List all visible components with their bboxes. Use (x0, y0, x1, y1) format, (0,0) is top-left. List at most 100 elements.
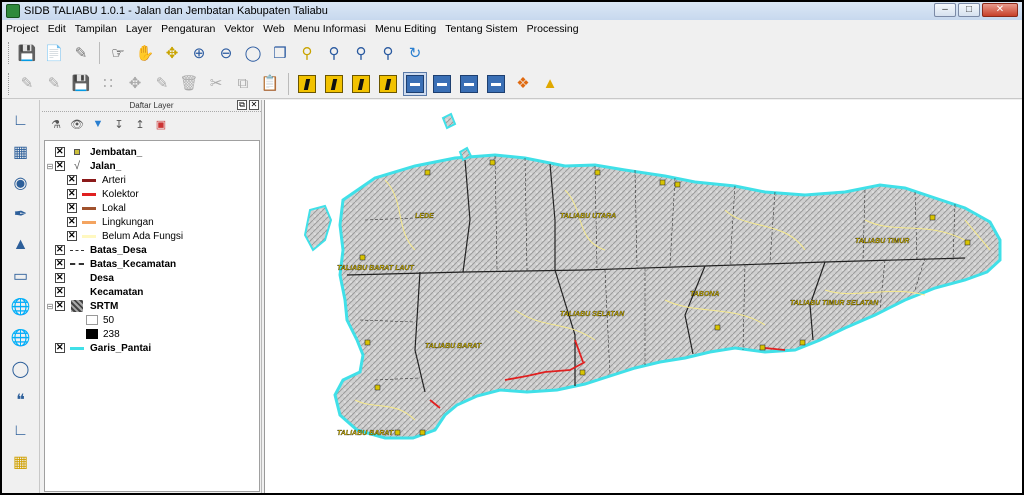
layer-checkbox[interactable] (55, 342, 65, 353)
add-vector-layer-button[interactable]: ∟ (8, 108, 34, 134)
menu-layer[interactable]: Layer (126, 23, 152, 35)
new-shapefile-button[interactable]: ∟ (8, 418, 34, 444)
toggle-editing-button[interactable]: ✎ (15, 72, 39, 96)
taliabu-island[interactable] (333, 153, 1002, 440)
menu-web[interactable]: Web (263, 23, 284, 35)
edit-document-button[interactable]: ✎ (69, 41, 93, 65)
add-wfs-layer-button[interactable]: ◯ (8, 356, 34, 382)
layer-row-jembatan[interactable]: Jembatan_ (45, 145, 259, 159)
pan-to-selection-button[interactable]: ✥ (160, 41, 184, 65)
remove-layer-button[interactable]: ▣ (153, 116, 169, 132)
maximize-button[interactable]: □ (958, 3, 980, 17)
menu-informasi[interactable]: Menu Informasi (294, 23, 366, 35)
menu-pengaturan[interactable]: Pengaturan (161, 23, 215, 35)
category-checkbox[interactable] (67, 216, 77, 227)
category-checkbox[interactable] (67, 202, 77, 213)
menu-editing[interactable]: Menu Editing (375, 23, 436, 35)
expand-all-button[interactable]: ↧ (111, 116, 127, 132)
bridge-tool-3-button[interactable] (457, 72, 481, 96)
menu-vektor[interactable]: Vektor (224, 23, 254, 35)
toolbar-grip[interactable] (8, 72, 11, 95)
layer-row-jalan[interactable]: ⊟ √ Jalan_ (45, 159, 259, 173)
small-island-northwest[interactable] (303, 204, 333, 252)
small-island-north[interactable] (441, 112, 457, 130)
pan-map-button[interactable]: ✋ (133, 41, 157, 65)
layer-row-batas-kecamatan[interactable]: Batas_Kecamatan (45, 257, 259, 271)
zoom-layer-button[interactable]: ⚲ (322, 41, 346, 65)
category-row-belum-ada-fungsi[interactable]: Belum Ada Fungsi (45, 229, 259, 243)
bridge-tool-4-button[interactable] (484, 72, 508, 96)
add-oracle-layer-button[interactable]: ▭ (8, 263, 34, 289)
save-project-button[interactable]: 💾 (15, 41, 39, 65)
add-wcs-layer-button[interactable]: 🌐 (8, 325, 34, 351)
minimize-button[interactable]: – (934, 3, 956, 17)
layer-row-garis-pantai[interactable]: Garis_Pantai (45, 341, 259, 355)
bridge-tool-1-button[interactable] (403, 71, 427, 96)
paste-features-button[interactable]: 📋 (258, 72, 282, 96)
menu-edit[interactable]: Edit (48, 23, 66, 35)
add-virtual-layer-button[interactable]: ▦ (8, 449, 34, 475)
zoom-next-button[interactable]: ⚲ (376, 41, 400, 65)
add-postgis-layer-button[interactable]: ◉ (8, 170, 34, 196)
refresh-button[interactable]: ↻ (403, 41, 427, 65)
save-edits-button[interactable]: 💾 (69, 72, 93, 96)
category-checkbox[interactable] (67, 174, 77, 185)
float-panel-button[interactable]: ⧉ (237, 100, 247, 110)
category-checkbox[interactable] (67, 188, 77, 199)
move-feature-button[interactable]: ✥ (123, 72, 147, 96)
category-row-arteri[interactable]: Arteri (45, 173, 259, 187)
toolbar-grip[interactable] (8, 42, 11, 64)
category-checkbox[interactable] (67, 230, 77, 241)
add-wms-layer-button[interactable]: 🌐 (8, 294, 34, 320)
hard-hat-button[interactable]: ▲ (538, 72, 562, 96)
menu-tampilan[interactable]: Tampilan (75, 23, 117, 35)
zoom-native-button[interactable]: ◯ (241, 41, 265, 65)
road-tool-4-button[interactable] (376, 72, 400, 96)
layer-row-kecamatan[interactable]: Kecamatan (45, 285, 259, 299)
copy-features-button[interactable]: ⧉ (231, 72, 255, 96)
layer-row-srtm[interactable]: ⊟ SRTM (45, 299, 259, 313)
collapse-toggle-icon[interactable]: ⊟ (45, 302, 55, 311)
node-tool-button[interactable]: ✎ (150, 72, 174, 96)
new-project-button[interactable]: 📄 (42, 41, 66, 65)
close-button[interactable]: ✕ (982, 3, 1018, 17)
pan-select-button[interactable]: ☞ (106, 41, 130, 65)
collapse-toggle-icon[interactable]: ⊟ (45, 162, 55, 171)
bridge-tool-2-button[interactable] (430, 72, 454, 96)
layer-checkbox[interactable] (55, 244, 65, 255)
layer-row-desa[interactable]: Desa (45, 271, 259, 285)
plugin-tool-button[interactable]: ❖ (511, 72, 535, 96)
add-raster-layer-button[interactable]: ▦ (8, 139, 34, 165)
layer-checkbox[interactable] (55, 258, 65, 269)
close-panel-button[interactable]: ✕ (249, 100, 259, 110)
zoom-full-button[interactable]: ❒ (268, 41, 292, 65)
layer-checkbox[interactable] (55, 286, 65, 297)
menu-tentang-sistem[interactable]: Tentang Sistem (445, 23, 517, 35)
layer-checkbox[interactable] (55, 272, 65, 283)
category-row-lingkungan[interactable]: Lingkungan (45, 215, 259, 229)
filter-legend-button[interactable]: ▼ (90, 116, 106, 132)
add-feature-button[interactable]: ∷ (96, 72, 120, 96)
layer-checkbox[interactable] (55, 146, 65, 157)
layer-checkbox[interactable] (55, 160, 65, 171)
layer-row-batas-desa[interactable]: Batas_Desa (45, 243, 259, 257)
menu-processing[interactable]: Processing (527, 23, 579, 35)
current-edits-button[interactable]: ✎ (42, 72, 66, 96)
layer-checkbox[interactable] (55, 300, 65, 311)
zoom-in-button[interactable]: ⊕ (187, 41, 211, 65)
add-spatialite-layer-button[interactable]: ✒ (8, 201, 34, 227)
layer-styling-button[interactable]: ⚗ (48, 116, 64, 132)
zoom-last-button[interactable]: ⚲ (349, 41, 373, 65)
add-mssql-layer-button[interactable]: ▲ (8, 232, 34, 258)
delete-selected-button[interactable]: 🗑 (177, 72, 201, 96)
category-row-kolektor[interactable]: Kolektor (45, 187, 259, 201)
visibility-button[interactable]: 👁 (69, 116, 85, 132)
collapse-all-button[interactable]: ↥ (132, 116, 148, 132)
road-tool-2-button[interactable] (322, 72, 346, 96)
map-svg[interactable]: LEDE TALIABU UTARA TALIABU TIMUR TALIABU… (265, 100, 1024, 495)
zoom-out-button[interactable]: ⊖ (214, 41, 238, 65)
cut-features-button[interactable]: ✂ (204, 72, 228, 96)
road-tool-1-button[interactable] (295, 72, 319, 96)
road-tool-3-button[interactable] (349, 72, 373, 96)
category-row-lokal[interactable]: Lokal (45, 201, 259, 215)
